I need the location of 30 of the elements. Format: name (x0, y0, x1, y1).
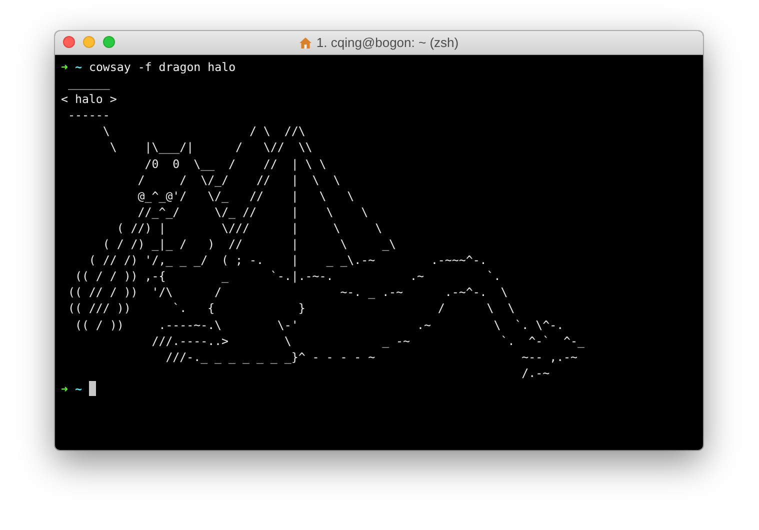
output-line: ( // /) '/,_ _ _/ ( ; -. | _ _\.-~ .-~~~^-. (88, 252, 487, 268)
output-line: \ |\___/| / \// \\ (108, 139, 312, 156)
output-line: ------ (66, 107, 110, 124)
output-line: < halo > (61, 91, 117, 108)
output-line: (( // / )) '/\ / ~-. _ .-~ .-~^-. \ (66, 284, 508, 300)
output-line: (( / )) .----~-.\ \-' .~ \ `. \^-. (74, 316, 564, 333)
command-text: cowsay -f dragon halo (88, 59, 236, 76)
prompt-directory: ~ (74, 59, 82, 76)
output-line: ______ (66, 75, 110, 92)
output-line: / / \/_/ // | \ \ (136, 172, 340, 188)
window-title: 1. cqing@bogon: ~ (zsh) (316, 35, 459, 50)
output-line: (( / / )) ,-{ _ `-.|.-~-. .~ `. (74, 268, 501, 284)
output-line: ///-._ _ _ _ _ _ _}^ - - - - ~ ~-- ,.-~ (164, 348, 578, 365)
output-line: \ / \ //\ (102, 123, 306, 140)
text-cursor (88, 381, 96, 396)
prompt-arrow: ➜ (61, 380, 68, 397)
home-icon (299, 36, 312, 48)
output-line: ( / /) _|_ / ) // | \ _\ (102, 236, 396, 252)
prompt-directory: ~ (74, 380, 82, 397)
output-line: //_^_/ \/_ // | \ \ (136, 204, 368, 220)
output-line: /.-~ (520, 364, 550, 381)
output-line: (( /// )) `. { } / \ \ (66, 300, 515, 316)
output-line: ( //) | \/// | \ \ (116, 220, 382, 236)
output-line: /0 0 \__ / // | \ \ (144, 156, 326, 172)
output-line: @_^_@'/ \/_ // | \ \ (136, 188, 354, 204)
minimize-button[interactable] (83, 36, 95, 48)
prompt-arrow: ➜ (61, 59, 68, 76)
close-button[interactable] (63, 36, 75, 48)
zoom-button[interactable] (103, 36, 115, 48)
output-line: ///.----..> \ _ -~ `. ^-` ^-_ (150, 332, 585, 349)
